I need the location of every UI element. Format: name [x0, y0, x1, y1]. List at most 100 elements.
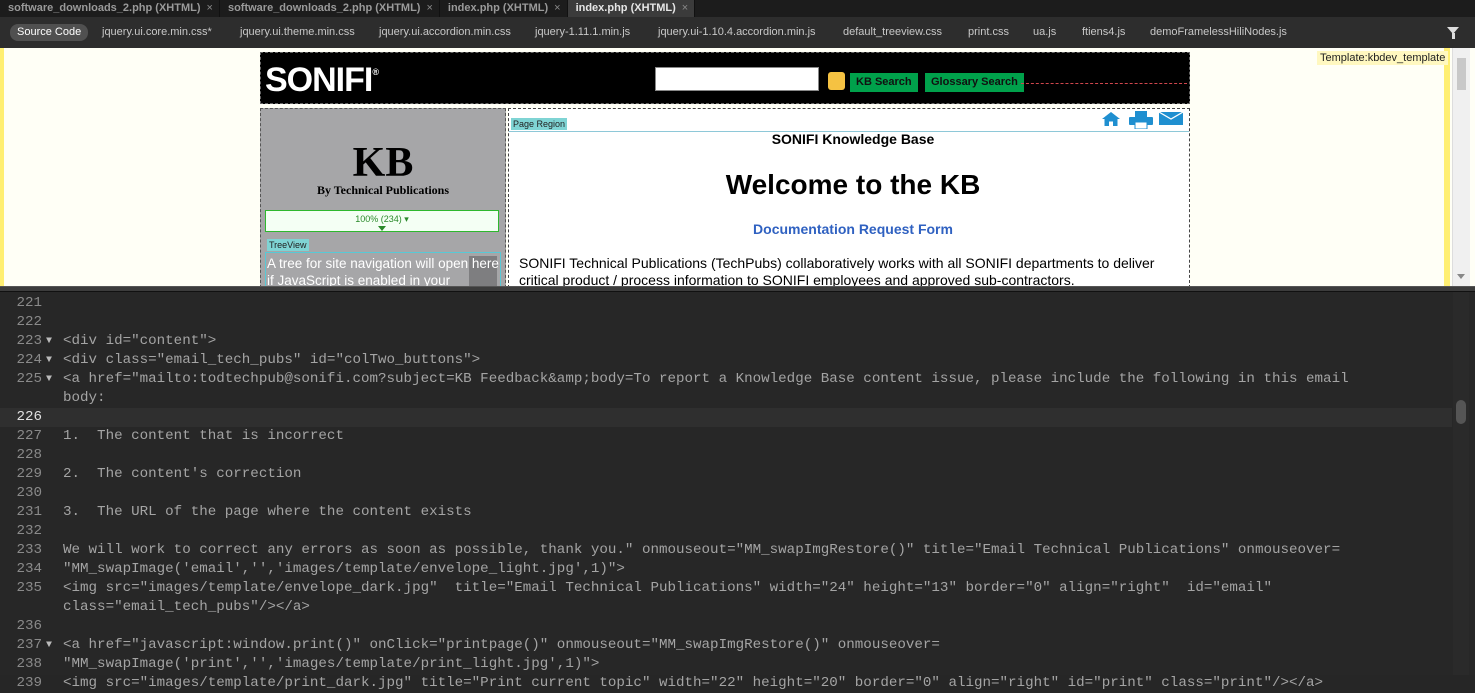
code-line[interactable]: 224 ▼ <div class="email_tech_pubs" id="col… — [0, 351, 1452, 370]
code-line[interactable]: 234 "MM_swapImage('email','','images/temp… — [0, 560, 1452, 579]
code-text: 3. The URL of the page where the content… — [63, 504, 472, 520]
line-number: 230 — [16, 485, 42, 501]
code-line[interactable]: 236 — [0, 617, 1452, 636]
document-tab-active[interactable]: index.php (XHTML) × — [567, 0, 696, 17]
document-tab[interactable]: software_downloads_2.php (XHTML) × — [0, 0, 220, 17]
close-tab-icon[interactable]: × — [554, 2, 560, 14]
code-line[interactable]: 237 ▼ <a href="javascript:window.print()" … — [0, 636, 1452, 655]
code-line[interactable]: 230 — [0, 484, 1452, 503]
close-tab-icon[interactable]: × — [207, 2, 213, 14]
document-tab[interactable]: software_downloads_2.php (XHTML) × — [220, 0, 440, 17]
code-editor[interactable]: 221 222 223 ▼ <div id="content"> 224 ▼ <div cla… — [0, 292, 1475, 691]
document-tab[interactable]: index.php (XHTML) × — [440, 0, 568, 17]
line-number: 221 — [16, 295, 42, 311]
related-file[interactable]: default_treeview.css — [843, 24, 942, 41]
related-file[interactable]: jquery-1.11.1.min.js — [535, 24, 630, 41]
code-text: <a href="javascript:window.print()" onCl… — [63, 637, 940, 653]
sidebar: KB By Technical Publications 100% (234) … — [260, 108, 506, 286]
code-line[interactable]: 238 "MM_swapImage('print','','images/temp… — [0, 655, 1452, 674]
sidebar-title: KB — [352, 140, 414, 186]
code-text: "MM_swapImage('print','','images/templat… — [63, 656, 600, 672]
line-number: 238 — [16, 656, 42, 672]
related-file[interactable]: jquery.ui.theme.min.css — [240, 24, 355, 41]
kb-search-input[interactable] — [655, 67, 819, 91]
code-line[interactable]: 233 We will work to correct any errors as… — [0, 541, 1452, 560]
scrollbar-thumb[interactable] — [1457, 58, 1466, 90]
related-file[interactable]: ftiens4.js — [1082, 24, 1125, 41]
scroll-down-icon[interactable] — [1457, 274, 1465, 279]
related-file-source-code[interactable]: Source Code — [10, 24, 89, 41]
related-file[interactable]: jquery.ui.core.min.css* — [102, 24, 212, 41]
sidebar-subtitle: By Technical Publications — [316, 183, 450, 197]
code-text: 1. The content that is incorrect — [63, 428, 344, 444]
close-tab-icon[interactable]: × — [426, 2, 432, 14]
line-number: 222 — [16, 314, 42, 330]
code-text: <div id="content"> — [63, 333, 217, 349]
line-number: 227 — [16, 428, 42, 444]
print-icon[interactable] — [1129, 111, 1153, 129]
related-file[interactable]: print.css — [968, 24, 1009, 41]
kb-heading: SONIFI Knowledge Base — [771, 131, 935, 147]
related-files-bar: Source Code jquery.ui.core.min.css* jque… — [0, 17, 1475, 48]
logo-text: SONIFI — [265, 61, 373, 99]
related-file[interactable]: jquery.ui-1.10.4.accordion.min.js — [658, 24, 816, 41]
template-region-rail — [0, 48, 4, 286]
close-tab-icon[interactable]: × — [682, 2, 688, 14]
line-number: 224 — [16, 352, 42, 368]
line-number: 228 — [16, 447, 42, 463]
code-line[interactable]: 222 — [0, 313, 1452, 332]
code-line[interactable]: 223 ▼ <div id="content"> — [0, 332, 1452, 351]
document-tab-label: software_downloads_2.php (XHTML) — [8, 2, 201, 14]
page-region-tag[interactable]: Page Region — [511, 118, 568, 130]
code-line[interactable]: 228 — [0, 446, 1452, 465]
code-line[interactable]: body: — [0, 389, 1452, 408]
filter-icon[interactable] — [1447, 27, 1459, 39]
fold-arrow-icon[interactable]: ▼ — [46, 636, 52, 655]
line-number: 226 — [16, 409, 42, 425]
code-line[interactable]: 221 — [0, 294, 1452, 313]
line-number: 233 — [16, 542, 42, 558]
code-line[interactable]: 232 — [0, 522, 1452, 541]
treeview-tag[interactable]: TreeView — [267, 239, 309, 251]
line-number: 225 — [16, 371, 42, 387]
related-file[interactable]: ua.js — [1033, 24, 1056, 41]
code-line[interactable]: 239 <img src="images/template/print_dark.… — [0, 674, 1452, 693]
fold-arrow-icon[interactable]: ▼ — [46, 370, 52, 389]
code-text: <img src="images/template/print_dark.jpg… — [63, 675, 1324, 691]
kb-search-button[interactable]: KB Search — [850, 73, 918, 92]
registered-mark: ® — [372, 67, 379, 77]
code-line[interactable]: 231 3. The URL of the page where the cont… — [0, 503, 1452, 522]
related-file[interactable]: demoFramelessHiliNodes.js — [1150, 24, 1287, 41]
code-text: class="email_tech_pubs"/></a> — [63, 599, 310, 615]
line-number: 235 — [16, 580, 42, 596]
documentation-request-link[interactable]: Documentation Request Form — [509, 221, 1197, 237]
fold-arrow-icon[interactable]: ▼ — [46, 351, 52, 370]
envelope-icon[interactable] — [1159, 112, 1183, 125]
code-text: We will work to correct any errors as so… — [63, 542, 1341, 558]
code-line[interactable]: 229 2. The content's correction — [0, 465, 1452, 484]
document-tab-label: index.php (XHTML) — [447, 2, 549, 14]
region-boundary — [1021, 83, 1187, 84]
code-text: 2. The content's correction — [63, 466, 302, 482]
scrollbar-thumb[interactable] — [1456, 400, 1466, 424]
code-text: <div class="email_tech_pubs" id="colTwo_… — [63, 352, 481, 368]
related-file[interactable]: jquery.ui.accordion.min.css — [379, 24, 511, 41]
code-line[interactable]: 226 — [0, 408, 1452, 427]
code-line[interactable]: 235 <img src="images/template/envelope_da… — [0, 579, 1452, 598]
code-line[interactable]: 227 1. The content that is incorrect — [0, 427, 1452, 446]
glossary-search-button[interactable]: Glossary Search — [925, 73, 1024, 92]
ruler-label: 100% (234) ▾ — [355, 214, 409, 224]
site-header: SONIFI® KB Search Glossary Search — [260, 52, 1190, 104]
intro-paragraph: SONIFI Technical Publications (TechPubs)… — [519, 255, 1155, 286]
treeview-text: A tree for site navigation will open her… — [267, 256, 499, 286]
line-number: 229 — [16, 466, 42, 482]
width-ruler[interactable]: 100% (234) ▾ — [265, 210, 499, 232]
code-scrollbar[interactable] — [1453, 292, 1469, 675]
line-number: 231 — [16, 504, 42, 520]
home-icon[interactable] — [1101, 111, 1121, 127]
live-view-scrollbar[interactable] — [1452, 48, 1470, 286]
fold-arrow-icon[interactable]: ▼ — [46, 332, 52, 351]
code-line[interactable]: 225 ▼ <a href="mailto:todtechpub@sonifi.co… — [0, 370, 1452, 389]
code-line[interactable]: class="email_tech_pubs"/></a> — [0, 598, 1452, 617]
code-text: body: — [63, 390, 106, 406]
